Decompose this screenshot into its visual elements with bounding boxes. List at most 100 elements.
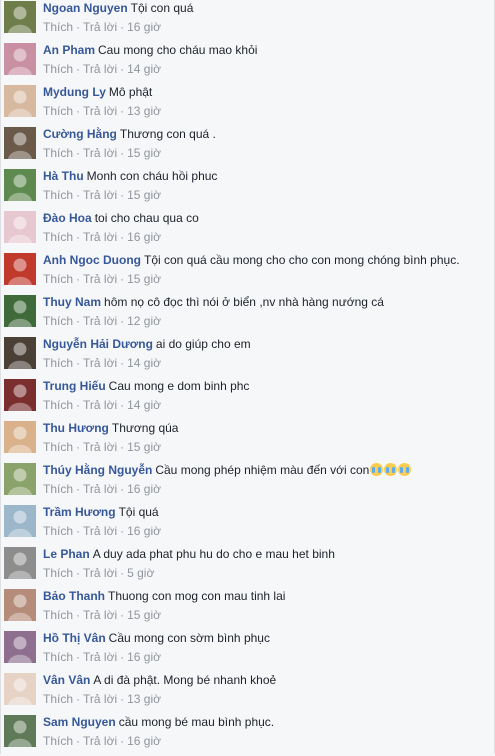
like-link[interactable]: Thích (43, 146, 73, 160)
commenter-name[interactable]: Thu Hương (43, 421, 109, 435)
commenter-name[interactable]: Trung Hiếu (43, 379, 106, 393)
avatar[interactable] (4, 715, 36, 747)
comment-actions: Thích · Trả lời · 5 giờ (43, 566, 490, 581)
like-link[interactable]: Thích (43, 272, 73, 286)
avatar[interactable] (4, 589, 36, 621)
comment-timestamp[interactable]: 16 giờ (127, 482, 161, 496)
separator-dot: · (76, 356, 81, 370)
like-link[interactable]: Thích (43, 104, 73, 118)
commenter-name[interactable]: Anh Ngoc Duong (43, 253, 141, 267)
commenter-name[interactable]: Hồ Thị Vân (43, 631, 106, 645)
like-link[interactable]: Thích (43, 314, 73, 328)
separator-dot: · (120, 734, 125, 748)
commenter-name[interactable]: Ngoan Nguyen (43, 1, 128, 15)
comment-timestamp[interactable]: 5 giờ (127, 566, 154, 580)
avatar[interactable] (4, 547, 36, 579)
commenter-name[interactable]: Hà Thu (43, 169, 84, 183)
avatar-image (4, 1, 36, 33)
like-link[interactable]: Thích (43, 608, 73, 622)
avatar[interactable] (4, 1, 36, 33)
comment-timestamp[interactable]: 15 giờ (127, 440, 161, 454)
comment-timestamp[interactable]: 15 giờ (127, 146, 161, 160)
separator-dot: · (120, 440, 125, 454)
avatar[interactable] (4, 631, 36, 663)
commenter-name[interactable]: Sam Nguyen (43, 715, 116, 729)
reply-link[interactable]: Trả lời (83, 20, 117, 34)
reply-link[interactable]: Trả lời (83, 188, 117, 202)
reply-link[interactable]: Trả lời (83, 356, 117, 370)
reply-link[interactable]: Trả lời (83, 734, 117, 748)
like-link[interactable]: Thích (43, 734, 73, 748)
reply-link[interactable]: Trả lời (83, 398, 117, 412)
commenter-name[interactable]: Thuy Nam (43, 295, 101, 309)
avatar[interactable] (4, 169, 36, 201)
like-link[interactable]: Thích (43, 398, 73, 412)
like-link[interactable]: Thích (43, 524, 73, 538)
commenter-name[interactable]: Trầm Hương (43, 505, 116, 519)
commenter-name[interactable]: Nguyễn Hải Dương (43, 337, 153, 351)
comment-timestamp[interactable]: 15 giờ (127, 272, 161, 286)
reply-link[interactable]: Trả lời (83, 692, 117, 706)
commenter-name[interactable]: Le Phan (43, 547, 90, 561)
avatar[interactable] (4, 43, 36, 75)
comment-timestamp[interactable]: 15 giờ (127, 188, 161, 202)
comment-timestamp[interactable]: 13 giờ (127, 692, 161, 706)
avatar[interactable] (4, 337, 36, 369)
like-link[interactable]: Thích (43, 20, 73, 34)
avatar[interactable] (4, 295, 36, 327)
commenter-name[interactable]: An Pham (43, 43, 95, 57)
like-link[interactable]: Thích (43, 230, 73, 244)
comment-timestamp[interactable]: 14 giờ (127, 62, 161, 76)
comment-line: Mydung Ly Mô phật (43, 85, 490, 100)
commenter-name[interactable]: Vân Vân (43, 673, 90, 687)
commenter-name[interactable]: Mydung Ly (43, 85, 106, 99)
avatar[interactable] (4, 379, 36, 411)
avatar[interactable] (4, 253, 36, 285)
like-link[interactable]: Thích (43, 356, 73, 370)
reply-link[interactable]: Trả lời (83, 566, 117, 580)
avatar[interactable] (4, 211, 36, 243)
like-link[interactable]: Thích (43, 482, 73, 496)
comment-timestamp[interactable]: 15 giờ (127, 608, 161, 622)
reply-link[interactable]: Trả lời (83, 440, 117, 454)
avatar[interactable] (4, 463, 36, 495)
like-link[interactable]: Thích (43, 62, 73, 76)
like-link[interactable]: Thích (43, 650, 73, 664)
comment-actions: Thích · Trả lời · 15 giờ (43, 440, 490, 455)
like-link[interactable]: Thích (43, 440, 73, 454)
reply-link[interactable]: Trả lời (83, 104, 117, 118)
reply-link[interactable]: Trả lời (83, 482, 117, 496)
comment-body: Sam Nguyen cầu mong bé mau bình phục. Thíc… (43, 714, 490, 749)
avatar[interactable] (4, 127, 36, 159)
comment-timestamp[interactable]: 16 giờ (127, 650, 161, 664)
reply-link[interactable]: Trả lời (83, 272, 117, 286)
comment-timestamp[interactable]: 16 giờ (127, 20, 161, 34)
commenter-name[interactable]: Bảo Thanh (43, 589, 105, 603)
comment-timestamp[interactable]: 14 giờ (127, 356, 161, 370)
comment-actions: Thích · Trả lời · 16 giờ (43, 650, 490, 665)
comment-timestamp[interactable]: 13 giờ (127, 104, 161, 118)
comment-timestamp[interactable]: 12 giờ (127, 314, 161, 328)
avatar[interactable] (4, 673, 36, 705)
commenter-name[interactable]: Đào Hoa (43, 211, 92, 225)
reply-link[interactable]: Trả lời (83, 650, 117, 664)
like-link[interactable]: Thích (43, 188, 73, 202)
avatar[interactable] (4, 85, 36, 117)
reply-link[interactable]: Trả lời (83, 62, 117, 76)
commenter-name[interactable]: Thúy Hằng Nguyễn (43, 463, 152, 477)
reply-link[interactable]: Trả lời (83, 230, 117, 244)
reply-link[interactable]: Trả lời (83, 608, 117, 622)
comment-timestamp[interactable]: 16 giờ (127, 734, 161, 748)
comment-timestamp[interactable]: 16 giờ (127, 524, 161, 538)
comment-timestamp[interactable]: 14 giờ (127, 398, 161, 412)
commenter-name[interactable]: Cường Hằng (43, 127, 117, 141)
like-link[interactable]: Thích (43, 692, 73, 706)
reply-link[interactable]: Trả lời (83, 524, 117, 538)
avatar[interactable] (4, 505, 36, 537)
comment-line: Ngoan Nguyen Tội con quá (43, 1, 490, 16)
reply-link[interactable]: Trả lời (83, 314, 117, 328)
avatar[interactable] (4, 421, 36, 453)
comment-timestamp[interactable]: 16 giờ (127, 230, 161, 244)
reply-link[interactable]: Trả lời (83, 146, 117, 160)
like-link[interactable]: Thích (43, 566, 73, 580)
